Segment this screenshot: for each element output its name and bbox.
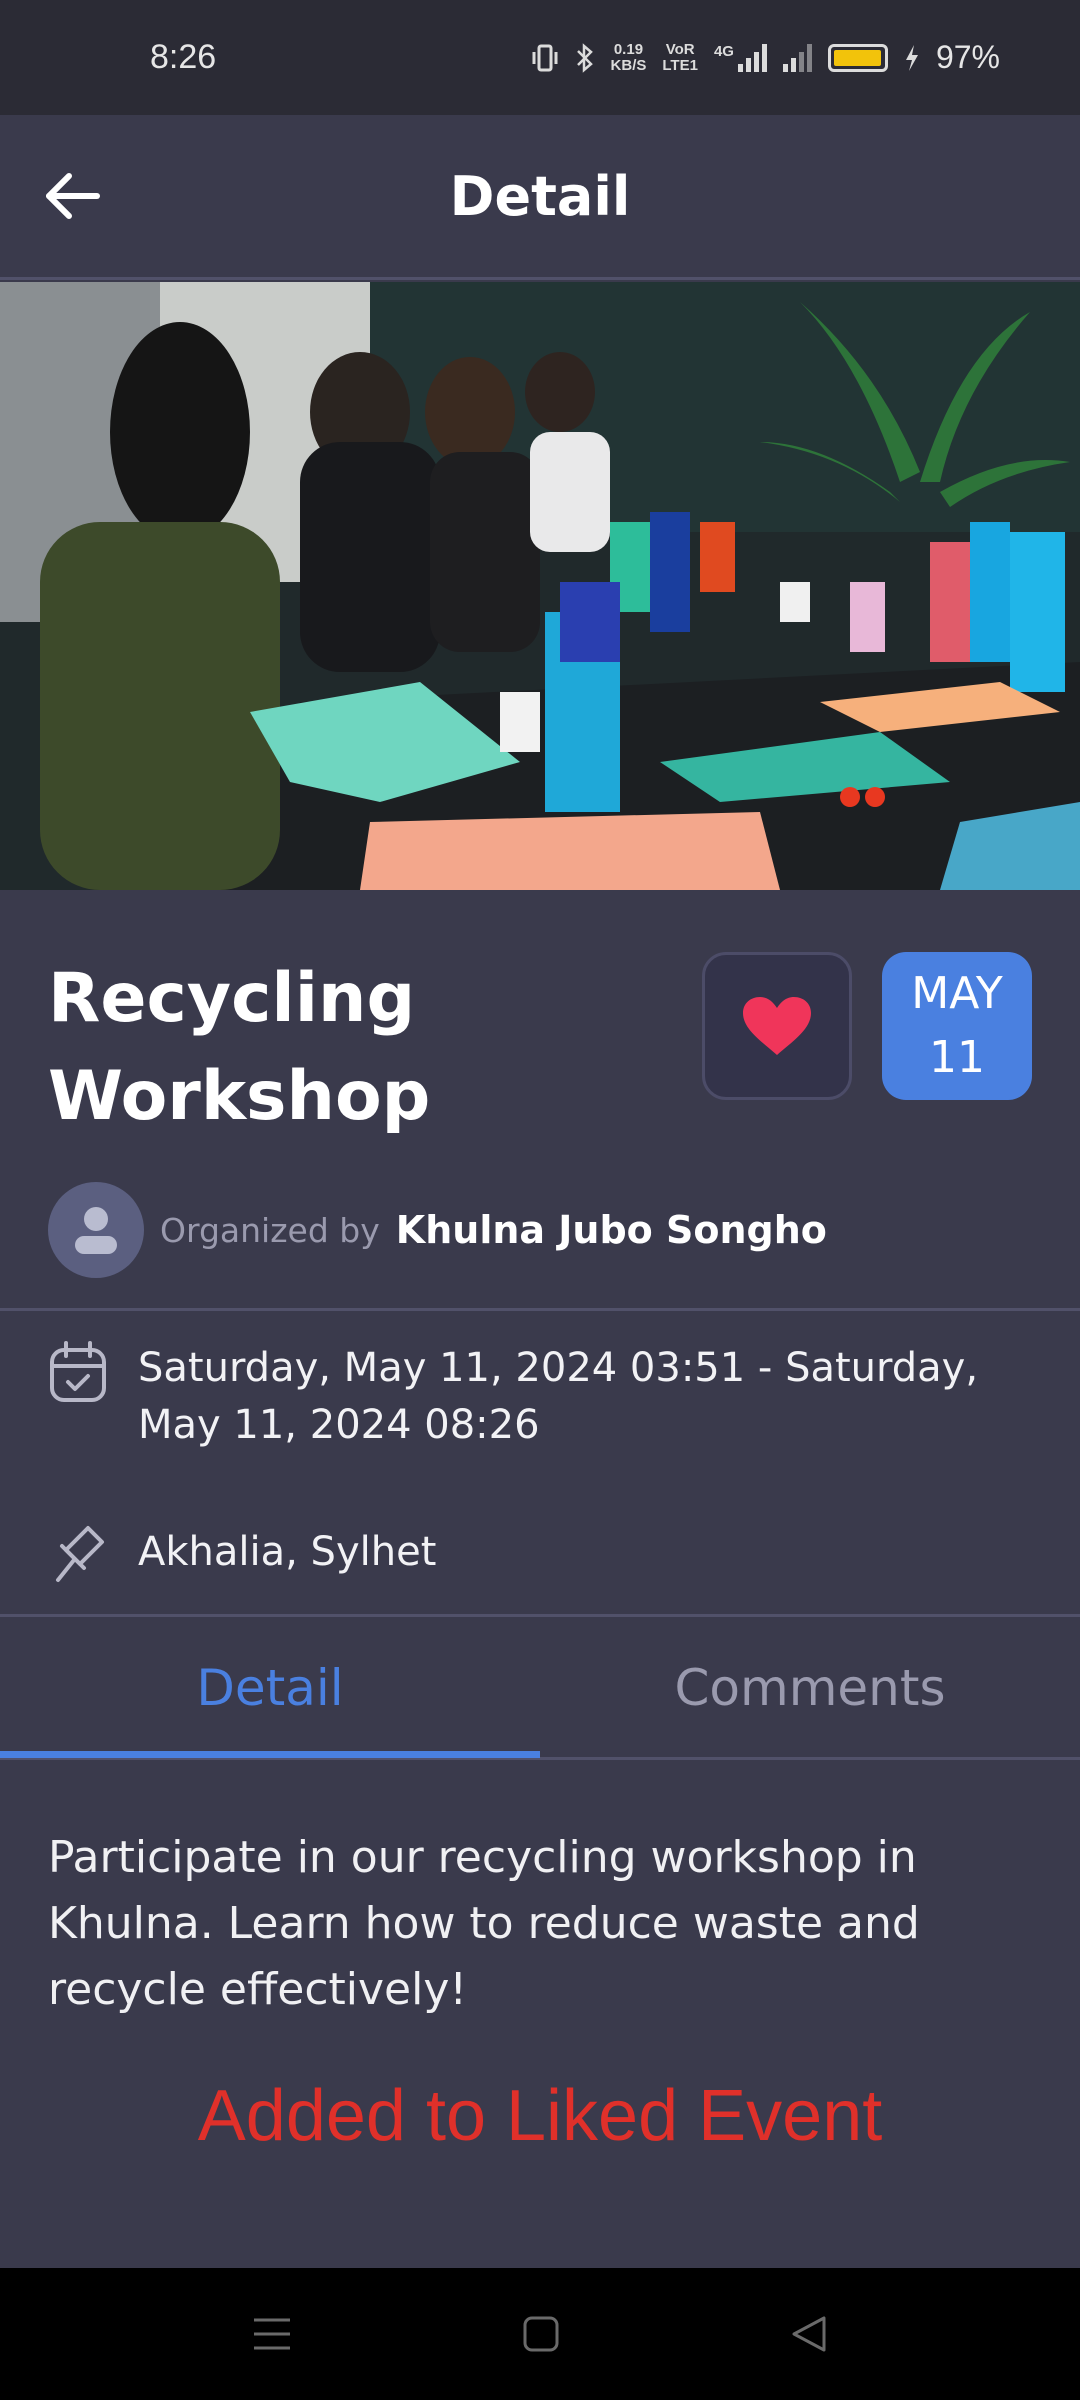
- status-icons: 0.19 KB/S VoR LTE1 4G 97%: [531, 39, 1000, 76]
- volte-indicator: VoR LTE1: [662, 40, 698, 74]
- bluetooth-icon: [576, 42, 593, 73]
- divider: [0, 1308, 1080, 1311]
- tab-indicator: [0, 1751, 540, 1758]
- event-title: Recycling Workshop: [48, 959, 431, 1136]
- menu-icon[interactable]: [252, 2316, 292, 2352]
- date-row: Saturday, May 11, 2024 03:51 - Saturday,…: [48, 1340, 1038, 1454]
- app-bar: Detail: [0, 115, 1080, 280]
- date-badge: MAY 11: [882, 952, 1032, 1100]
- organizer-row: Organized by Khulna Jubo Songho: [48, 1182, 827, 1278]
- date-month: MAY: [911, 968, 1003, 1019]
- calendar-check-icon: [50, 1341, 106, 1402]
- event-header: Recycling Workshop MAY 11 Organized by K…: [0, 890, 1080, 1310]
- status-time: 8:26: [150, 38, 217, 76]
- back-nav-icon[interactable]: [790, 2314, 828, 2354]
- location-row: Akhalia, Sylhet: [48, 1520, 1038, 1586]
- heart-icon: [743, 997, 811, 1055]
- organizer-name[interactable]: Khulna Jubo Songho: [396, 1208, 827, 1252]
- event-location: Akhalia, Sylhet: [138, 1529, 437, 1575]
- event-image: [0, 282, 1080, 890]
- system-nav-bar: [0, 2268, 1080, 2400]
- event-datetime: Saturday, May 11, 2024 03:51 - Saturday,…: [138, 1345, 979, 1448]
- tab-detail[interactable]: Detail: [0, 1615, 540, 1760]
- tab-comments[interactable]: Comments: [540, 1615, 1080, 1760]
- like-button[interactable]: [702, 952, 852, 1100]
- toast-message: Added to Liked Event: [197, 2076, 883, 2156]
- user-icon: [75, 1207, 117, 1254]
- event-description: Participate in our recycling workshop in…: [48, 1832, 920, 2015]
- pin-icon: [56, 1526, 104, 1582]
- organizer-prefix: Organized by: [160, 1210, 380, 1250]
- status-bar: 8:26 0.19 KB/S VoR LTE1 4G 97%: [0, 0, 1080, 115]
- charging-icon: [905, 44, 918, 71]
- vibrate-icon: [532, 44, 558, 71]
- tab-bar: Detail Comments: [0, 1615, 1080, 1760]
- net-speed: 0.19 KB/S: [610, 40, 647, 74]
- back-button[interactable]: [38, 161, 108, 231]
- battery-percent: 97%: [935, 39, 1000, 75]
- battery-icon: [827, 43, 888, 72]
- avatar: [48, 1182, 144, 1278]
- signal-icon-2: [782, 43, 812, 72]
- page-title: Detail: [449, 164, 631, 228]
- date-day: 11: [929, 1032, 985, 1083]
- arrow-left-icon: [46, 173, 100, 219]
- home-icon[interactable]: [522, 2315, 560, 2353]
- signal-icon-1: 4G: [714, 43, 767, 72]
